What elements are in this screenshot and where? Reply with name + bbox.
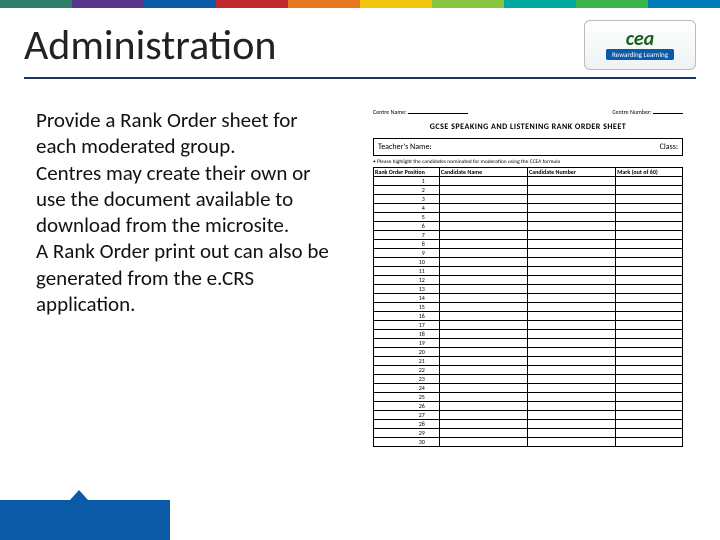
table-row: 27 [374,411,683,420]
table-row: 21 [374,357,683,366]
table-row: 25 [374,393,683,402]
table-row: 24 [374,384,683,393]
sheet-note: • Please highlight the candidates nomina… [373,159,683,165]
table-row: 8 [374,240,683,249]
body-text: Provide a Rank Order sheet for each mode… [36,107,336,317]
table-row: 3 [374,195,683,204]
table-row: 7 [374,231,683,240]
table-row: 11 [374,267,683,276]
centre-name-label: Centre Name: [373,108,407,116]
table-row: 29 [374,429,683,438]
brand-name: cea [626,30,654,48]
col-mark: Mark (out of 60) [616,168,683,177]
table-row: 15 [374,303,683,312]
table-row: 26 [374,402,683,411]
table-row: 4 [374,204,683,213]
table-row: 14 [374,294,683,303]
table-row: 12 [374,276,683,285]
footer-tab [0,500,170,540]
centre-number-label: Centre Number: [612,108,651,116]
table-row: 19 [374,339,683,348]
table-row: 17 [374,321,683,330]
table-row: 20 [374,348,683,357]
table-row: 1 [374,177,683,186]
teacher-label: Teacher's Name: [378,142,432,152]
table-row: 16 [374,312,683,321]
sheet-title: GCSE SPEAKING AND LISTENING RANK ORDER S… [373,122,683,132]
body-paragraph: Provide a Rank Order sheet for each mode… [36,107,336,317]
brand-tagline: Rewarding Learning [606,49,674,60]
table-row: 30 [374,438,683,447]
table-row: 13 [374,285,683,294]
table-row: 6 [374,222,683,231]
sheet-preview: Centre Name: Centre Number: GCSE SPEAKIN… [360,107,696,447]
class-label: Class: [660,142,678,152]
table-row: 22 [374,366,683,375]
col-rank: Rank Order Position [374,168,440,177]
col-candidate-name: Candidate Name [439,168,527,177]
rank-order-table: Rank Order Position Candidate Name Candi… [373,167,683,447]
table-row: 2 [374,186,683,195]
table-row: 9 [374,249,683,258]
color-bar [0,0,720,8]
table-row: 23 [374,375,683,384]
table-row: 28 [374,420,683,429]
table-row: 18 [374,330,683,339]
table-row: 5 [374,213,683,222]
table-row: 10 [374,258,683,267]
brand-logo: cea Rewarding Learning [584,20,696,70]
col-candidate-number: Candidate Number [527,168,615,177]
